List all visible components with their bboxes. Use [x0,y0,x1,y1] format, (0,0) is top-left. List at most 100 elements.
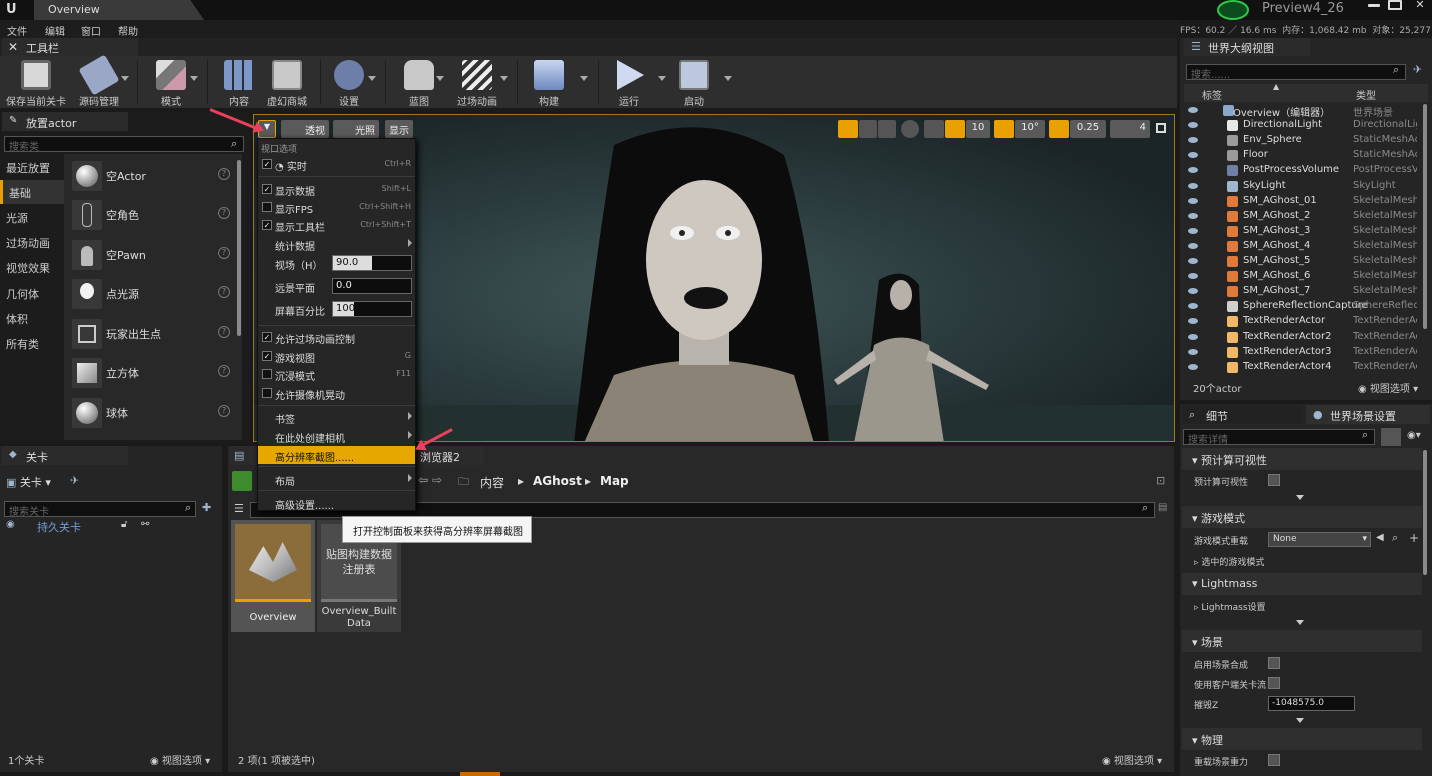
menu-show-fps[interactable]: 显示FPS Ctrl+Shift+H [258,198,415,216]
menu-immersive[interactable]: 沉浸模式 F11 [258,365,415,383]
levels-dropdown[interactable]: ▣ 关卡 ▾ [6,474,66,489]
levels-view-options[interactable]: ◉ 视图选项 ▾ [150,752,210,767]
camera-speed-button[interactable]: 4 [1110,120,1150,138]
source-control-button[interactable]: 源码管理 [68,54,130,108]
expand-arrow-icon[interactable] [1296,620,1304,625]
outliner-row[interactable]: SM_AGhost_01 SkeletalMesh. [1183,194,1429,209]
outliner-row[interactable]: Floor StaticMeshAc [1183,148,1429,163]
lock-icon[interactable]: 🔓︎ [121,519,127,530]
column-type[interactable]: 类型 [1356,87,1376,102]
use-selected-arrow-icon[interactable]: ◀ [1376,532,1384,543]
minimize-button[interactable] [1368,4,1380,7]
outliner-row[interactable]: SM_AGhost_2 SkeletalMesh. [1183,209,1429,224]
grid-snap-icon[interactable] [945,120,965,138]
outliner-row[interactable]: SM_AGhost_6 SkeletalMesh. [1183,269,1429,284]
outliner-row[interactable]: SM_AGhost_4 SkeletalMesh. [1183,239,1429,254]
section-physics[interactable]: ▾ 物理 [1182,728,1422,750]
world-space-icon[interactable] [901,120,919,138]
client-streaming-checkbox[interactable] [1268,677,1280,689]
menu-bookmarks[interactable]: 书签 [258,408,415,426]
play-button[interactable]: 运行 [598,58,660,108]
modes-dropdown-icon[interactable] [190,76,198,81]
game-view-checkbox[interactable]: ✓ [262,351,272,361]
menu-stats-submenu[interactable]: 统计数据 [258,235,415,253]
scale-snap-value[interactable]: 0.25 [1070,120,1106,138]
category-visual-effects[interactable]: 视觉效果 [0,255,64,279]
visibility-eye-icon[interactable] [1188,212,1198,219]
details-view-options-icon[interactable]: ◉▾ [1407,430,1421,441]
menu-show-toolbar[interactable]: ✓ 显示工具栏 Ctrl+Shift+T [258,216,415,234]
levels-settings-icon[interactable]: ✈ [70,474,79,487]
settings-dropdown-icon[interactable] [368,76,376,81]
toolbar-panel-tab[interactable]: ✕ 工具栏 [2,38,138,56]
lock-icon[interactable]: ⊡ [1156,474,1165,487]
scale-mode-icon[interactable] [878,120,896,138]
visibility-eye-icon[interactable] [1188,152,1198,159]
lit-button[interactable]: 光照 [333,120,379,138]
close-window-button[interactable]: ✕ [1410,0,1430,10]
camera-shake-checkbox[interactable] [262,388,272,398]
add-new-button[interactable] [232,471,252,491]
persistent-level[interactable]: 持久关卡 [37,519,81,535]
breadcrumb-map[interactable]: Map [600,474,629,488]
place-item-cube[interactable]: 立方体? [66,354,238,392]
visibility-eye-icon[interactable] [1188,227,1198,234]
visibility-eye-icon[interactable] [1188,348,1198,355]
menu-window[interactable]: 窗口 [81,23,101,38]
translate-mode-icon[interactable] [838,120,858,138]
outliner-view-options[interactable]: ◉ 视图选项 ▾ [1358,380,1418,395]
visibility-eye-icon[interactable] [1188,303,1198,310]
property-matrix-icon[interactable] [1381,428,1401,446]
outliner-row[interactable]: TextRenderActor3 TextRenderAc [1183,345,1429,360]
world-settings-tab[interactable]: ● 世界场景设置 [1306,405,1430,424]
show-fps-checkbox[interactable] [262,202,272,212]
help-icon[interactable]: ? [218,286,230,298]
menu-create-camera[interactable]: 在此处创建相机 [258,427,415,445]
filter-list-icon[interactable]: ☰ [234,502,244,515]
back-arrow-icon[interactable]: ⇦ [418,473,428,487]
menu-realtime[interactable]: ✓ ◔ 实时 Ctrl+R [258,155,415,173]
place-actor-search-input[interactable]: 搜索类 [4,136,244,153]
visibility-eye-icon[interactable] [1188,167,1198,174]
controller-icon[interactable]: ⚯ [141,519,149,530]
grid-snap-value[interactable]: 10 [966,120,990,138]
forward-arrow-icon[interactable]: ⇨ [432,473,442,487]
build-dropdown-icon[interactable] [580,76,588,81]
show-stats-checkbox[interactable]: ✓ [262,184,272,194]
cinematics-dropdown-icon[interactable] [500,76,508,81]
details-search-input[interactable]: 搜索详情 [1183,429,1375,446]
menu-high-res-screenshot[interactable]: 高分辨率截图...... [258,446,415,464]
outliner-scrollbar[interactable] [1423,104,1427,329]
maximize-viewport-icon[interactable] [1156,123,1166,133]
outliner-row[interactable]: SM_AGhost_5 SkeletalMesh. [1183,254,1429,269]
outliner-row[interactable]: TextRenderActor4 TextRenderAc [1183,360,1429,375]
world-outliner-tab[interactable]: ☰ 世界大纲视图 [1184,38,1310,56]
override-gravity-checkbox[interactable] [1268,754,1280,766]
place-item-empty-character[interactable]: 空角色? [66,196,238,234]
visibility-eye-icon[interactable] [1188,242,1198,249]
settings-button[interactable]: 设置 [318,58,380,108]
game-mode-select[interactable]: None ▾ [1268,532,1371,547]
allow-cinematic-checkbox[interactable]: ✓ [262,332,272,342]
launch-button[interactable]: 启动 [663,58,725,108]
menu-layout[interactable]: 布局 [258,470,415,488]
details-tab[interactable]: ⌕ 细节 [1182,405,1302,424]
category-lights[interactable]: 光源 [0,205,64,229]
surface-snap-icon[interactable] [924,120,944,138]
section-precomputed-visibility[interactable]: ▾ 预计算可视性 [1182,448,1422,470]
breadcrumb-content[interactable]: 内容 [480,474,504,491]
place-item-point-light[interactable]: 点光源? [66,275,238,313]
help-icon[interactable]: ? [218,168,230,180]
outliner-row[interactable]: SkyLight SkyLight [1183,179,1429,194]
menu-game-view[interactable]: ✓ 游戏视图 G [258,347,415,365]
category-geometry[interactable]: 几何体 [0,281,64,305]
add-icon[interactable]: + [1409,531,1419,545]
document-tab[interactable]: Overview [34,0,204,20]
fov-input[interactable]: 90.0 [332,255,412,271]
visibility-eye-icon[interactable] [1188,182,1198,189]
levels-tab[interactable]: ◆ 关卡 [2,446,128,465]
visibility-eye-icon[interactable] [1188,137,1198,144]
save-current-level-button[interactable]: 保存当前关卡 [5,58,67,108]
visibility-eye-icon[interactable] [1188,318,1198,325]
blueprints-dropdown-icon[interactable] [436,76,444,81]
